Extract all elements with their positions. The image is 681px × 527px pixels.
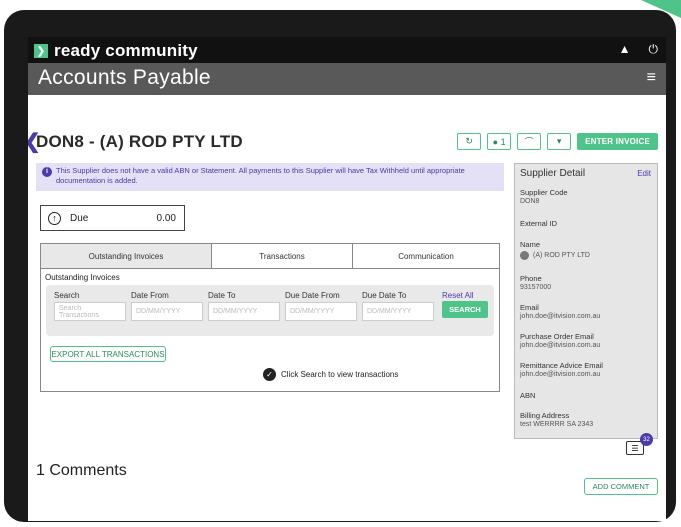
- arrow-up-circle-icon: ↑: [48, 211, 61, 225]
- warning-text: This Supplier does not have a valid ABN …: [56, 166, 465, 185]
- chat-icon: ●: [492, 136, 499, 147]
- tab-transactions[interactable]: Transactions: [212, 244, 353, 268]
- due-label: Due: [70, 212, 89, 224]
- supplier-detail-panel: Supplier Detail Edit Supplier Code DON8 …: [514, 163, 658, 439]
- po-email-label: Purchase Order Email: [520, 332, 594, 341]
- comments-title: 1 Comments: [36, 462, 127, 479]
- tab-outstanding-invoices[interactable]: Outstanding Invoices: [41, 244, 212, 268]
- history-button[interactable]: ↻: [457, 133, 482, 150]
- supplier-code-label: Supplier Code: [520, 188, 568, 197]
- email-value: john.doe@itvision.com.au: [520, 313, 601, 320]
- abn-label: ABN: [520, 391, 536, 400]
- search-hint: ✓ Click Search to view transactions: [263, 368, 398, 381]
- due-summary: ↑ Due 0.00: [40, 205, 185, 231]
- top-bar: ❯ ready community ▲ ⏻: [28, 37, 666, 63]
- hamburger-menu-icon[interactable]: ≡: [647, 69, 656, 87]
- attach-button[interactable]: ⌒: [517, 133, 542, 150]
- page-title: Accounts Payable: [38, 66, 211, 89]
- brand-name: ready community: [54, 41, 198, 60]
- paperclip-icon: ⌒: [524, 137, 534, 147]
- search-input[interactable]: Search Transactions: [54, 302, 126, 321]
- due-date-from-input[interactable]: DD/MM/YYYY: [285, 302, 357, 321]
- enter-invoice-button[interactable]: ENTER INVOICE: [577, 133, 658, 150]
- remittance-email-value: john.doe@itvision.com.au: [520, 371, 601, 378]
- reset-all-link[interactable]: Reset All: [442, 291, 474, 300]
- brand-logo-icon: ❯: [34, 44, 48, 58]
- bell-icon[interactable]: ▲: [619, 42, 631, 57]
- search-label: Search: [54, 291, 80, 300]
- topbar-icons: ▲ ⏻: [619, 42, 658, 57]
- notes-count: 1: [500, 136, 506, 147]
- billing-address-value: test WERRRR SA 2343: [520, 421, 594, 428]
- date-from-input[interactable]: DD/MM/YYYY: [131, 302, 203, 321]
- external-id-label: External ID: [520, 219, 558, 228]
- avatar-icon: [520, 251, 529, 260]
- supplier-detail-heading: Supplier Detail: [520, 168, 586, 179]
- search-button[interactable]: SEARCH: [442, 301, 488, 318]
- filter-box: Search Date From Date To Due Date From D…: [46, 285, 494, 336]
- notes-button[interactable]: ● 1: [487, 133, 512, 150]
- add-comment-button[interactable]: ADD COMMENT: [584, 478, 658, 495]
- name-text: (A) ROD PTY LTD: [533, 252, 590, 259]
- supplier-title: DON8 - (A) ROD PTY LTD: [36, 132, 243, 151]
- date-from-label: Date From: [131, 291, 169, 300]
- due-date-from-label: Due Date From: [285, 291, 340, 300]
- chevron-down-icon: ▾: [556, 136, 562, 146]
- name-label: Name: [520, 240, 541, 249]
- billing-address-label: Billing Address: [520, 411, 570, 420]
- tablet-frame: ❯ ready community ▲ ⏻ Accounts Payable ≡…: [4, 10, 676, 522]
- date-to-input[interactable]: DD/MM/YYYY: [208, 302, 280, 321]
- list-icon: ☰: [631, 443, 639, 453]
- name-value: (A) ROD PTY LTD: [520, 251, 590, 260]
- phone-value: 93157000: [520, 284, 552, 291]
- abn-warning-banner: i This Supplier does not have a valid AB…: [36, 163, 504, 191]
- date-to-label: Date To: [208, 291, 236, 300]
- phone-label: Phone: [520, 274, 542, 283]
- info-icon: i: [42, 167, 52, 177]
- due-amount: 0.00: [156, 212, 176, 224]
- tab-communication[interactable]: Communication: [353, 244, 499, 268]
- due-date-to-label: Due Date To: [362, 291, 407, 300]
- search-hint-text: Click Search to view transactions: [281, 370, 399, 379]
- outstanding-invoices-panel: Outstanding Invoices Search Date From Da…: [40, 268, 500, 392]
- panel-title: Outstanding Invoices: [45, 273, 120, 282]
- brand[interactable]: ❯ ready community: [34, 41, 198, 61]
- title-bar: Accounts Payable ≡: [28, 63, 666, 95]
- remittance-email-label: Remittance Advice Email: [520, 361, 603, 370]
- po-email-value: john.doe@itvision.com.au: [520, 342, 601, 349]
- notes-badge: 32: [640, 433, 653, 446]
- history-icon: ↻: [465, 136, 473, 146]
- more-dropdown-button[interactable]: ▾: [547, 133, 572, 150]
- app-screen: ❯ ready community ▲ ⏻ Accounts Payable ≡…: [28, 37, 666, 521]
- supplier-code-value: DON8: [520, 198, 540, 205]
- check-circle-icon: ✓: [263, 368, 276, 381]
- tab-bar: Outstanding Invoices Transactions Commun…: [40, 243, 500, 269]
- power-icon[interactable]: ⏻: [649, 42, 659, 57]
- export-all-transactions-button[interactable]: EXPORT ALL TRANSACTIONS: [50, 346, 166, 362]
- due-date-to-input[interactable]: DD/MM/YYYY: [362, 302, 434, 321]
- edit-link[interactable]: Edit: [637, 169, 651, 178]
- supplier-actions: ↻ ● 1 ⌒ ▾ ENTER INVOICE: [457, 133, 658, 150]
- email-label: Email: [520, 303, 539, 312]
